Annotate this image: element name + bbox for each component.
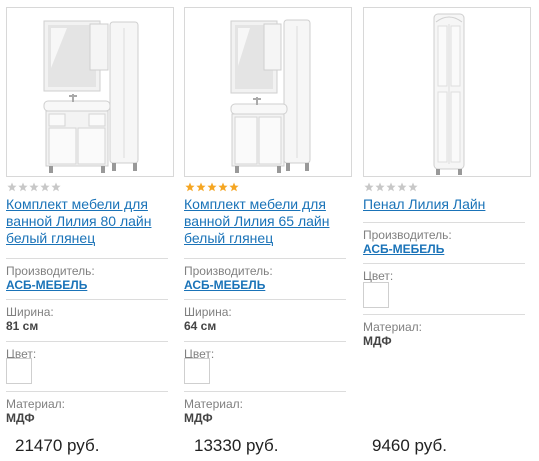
color-swatch[interactable] [184,358,210,384]
color-label: Цвет: [363,269,394,283]
divider [184,391,346,392]
star-icon [51,182,61,192]
star-icon [408,182,418,192]
material-label: Материал: [6,397,65,411]
product-image[interactable] [6,7,174,177]
rating-stars [7,182,61,192]
width-value: 81 см [6,319,39,333]
width-value: 64 см [184,319,217,333]
star-icon [364,182,374,192]
product-image[interactable] [363,7,531,177]
product-card-lilia-65: Комплект мебели для ванной Лилия 65 лайн… [184,0,352,461]
divider [184,258,346,259]
divider [363,314,525,315]
product-price: 21470 руб. [15,436,100,455]
manufacturer-label: Производитель: [6,264,95,278]
manufacturer-link[interactable]: АСБ-МЕБЕЛЬ [6,278,87,292]
width-label: Ширина: [6,305,54,319]
product-price: 13330 руб. [194,436,279,455]
tall-cabinet-illustration [433,13,465,175]
divider [184,341,346,342]
product-title-link[interactable]: Пенал Лилия Лайн [363,196,531,213]
material-value: МДФ [184,411,213,425]
star-icon [40,182,50,192]
product-title-link[interactable]: Комплект мебели для ванной Лилия 80 лайн… [6,196,174,247]
divider [363,263,525,264]
furniture-set-illustration [43,20,139,173]
material-value: МДФ [363,334,392,348]
star-icon [7,182,17,192]
rating-stars [185,182,239,192]
divider [6,341,168,342]
star-icon [18,182,28,192]
star-icon [386,182,396,192]
star-icon [207,182,217,192]
star-icon [397,182,407,192]
product-price: 9460 руб. [372,436,447,455]
divider [184,299,346,300]
manufacturer-link[interactable]: АСБ-МЕБЕЛЬ [184,278,265,292]
divider [363,222,525,223]
material-label: Материал: [363,320,422,334]
material-label: Материал: [184,397,243,411]
product-card-lilia-80: Комплект мебели для ванной Лилия 80 лайн… [6,0,174,461]
width-label: Ширина: [184,305,232,319]
divider [6,391,168,392]
furniture-set-illustration [230,19,311,173]
star-icon [229,182,239,192]
divider [6,258,168,259]
rating-stars [364,182,418,192]
star-icon [375,182,385,192]
color-swatch[interactable] [6,358,32,384]
material-value: МДФ [6,411,35,425]
star-icon [218,182,228,192]
manufacturer-label: Производитель: [363,228,452,242]
divider [6,299,168,300]
star-icon [196,182,206,192]
product-card-penal-lilia: Пенал Лилия Лайн Производитель: АСБ-МЕБЕ… [363,0,531,461]
star-icon [29,182,39,192]
product-image[interactable] [184,7,352,177]
product-title-link[interactable]: Комплект мебели для ванной Лилия 65 лайн… [184,196,352,247]
color-swatch[interactable] [363,282,389,308]
star-icon [185,182,195,192]
manufacturer-label: Производитель: [184,264,273,278]
manufacturer-link[interactable]: АСБ-МЕБЕЛЬ [363,242,444,256]
